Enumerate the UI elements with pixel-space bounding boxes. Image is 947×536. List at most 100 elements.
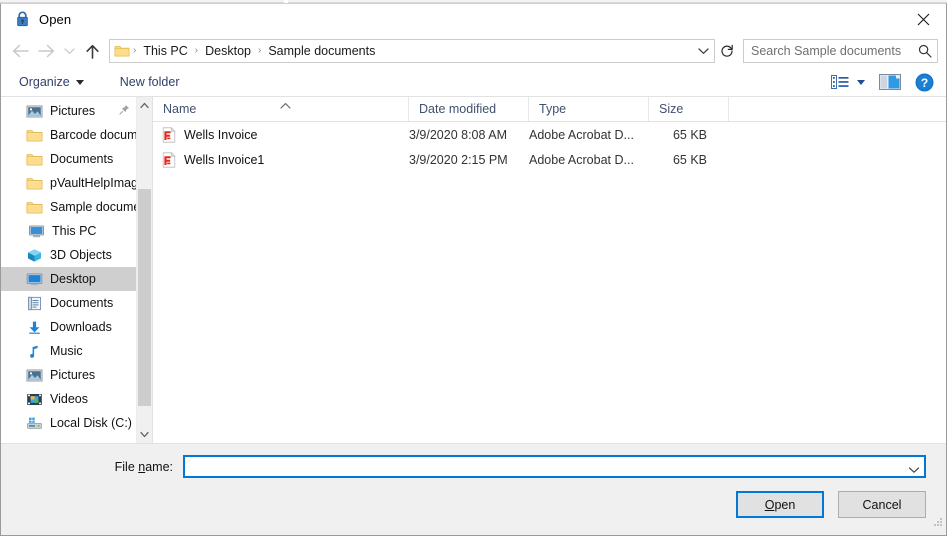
column-header-label: Date modified [419,102,497,116]
resize-grip[interactable] [932,514,943,532]
column-header-label: Name [163,102,197,116]
new-folder-button[interactable]: New folder [116,73,184,91]
column-header-label: Size [659,102,684,116]
column-header-label: Type [539,102,567,116]
navigation-bar: › This PC › Desktop › Sample documents [1,34,946,68]
sidebar-item-label: This PC [52,224,97,238]
file-name-input[interactable] [185,457,924,476]
arrow-right-icon [37,44,54,58]
file-date-cell: 3/9/2020 8:08 AM [409,128,529,142]
breadcrumb-this-pc[interactable]: This PC [137,40,193,62]
file-size-cell-text: 65 KB [672,152,707,167]
navigation-pane-scrollbar[interactable] [136,97,152,443]
forward-button[interactable] [33,38,59,64]
column-header-name[interactable]: Name [153,97,409,121]
command-bar-right-group: ? [831,71,938,93]
sidebar-item-label: Music [50,344,83,358]
chevron-down-icon [857,79,865,85]
open-button[interactable]: Open [736,491,824,518]
file-list-pane: Name Date modified Type Size Wells Invoice 3… [153,97,946,443]
column-header-size[interactable]: Size [649,97,729,121]
navigation-tree: Pictures Barcode documents Documents pVa… [1,97,152,435]
sidebar-item-pictures[interactable]: Pictures [1,99,152,123]
column-header-type[interactable]: Type [529,97,649,121]
videos-icon [25,391,43,407]
desktop-icon [25,271,43,287]
scroll-up-button[interactable] [137,97,152,114]
table-row[interactable]: Wells Invoice1 3/9/2020 2:15 PM Adobe Acro… [153,147,946,172]
window-title: Open [39,11,72,27]
column-header-row: Name Date modified Type Size [153,97,946,122]
organize-label: Organize [19,75,70,89]
chevron-down-icon [63,48,75,54]
address-bar[interactable]: › This PC › Desktop › Sample documents [109,39,715,63]
documents-icon [25,295,43,311]
file-date-cell: 3/9/2020 2:15 PM [409,153,529,167]
column-header-date-modified[interactable]: Date modified [409,97,529,121]
recent-locations-button[interactable] [59,38,79,64]
title-bar: Open [1,4,946,34]
sidebar-item-this-pc[interactable]: This PC [1,219,152,243]
file-name-label-part-b: ame: [145,459,173,474]
refresh-icon [721,44,733,57]
file-name-combobox[interactable] [183,455,926,478]
pin-icon[interactable] [119,104,130,118]
sidebar-item-3d-objects[interactable]: 3D Objects [1,243,152,267]
back-button[interactable] [7,38,33,64]
table-row[interactable]: Wells Invoice 3/9/2020 8:08 AM Adobe Acrob… [153,122,946,147]
list-view-icon [831,75,849,89]
sidebar-item-music[interactable]: Music [1,339,152,363]
arrow-left-icon [12,44,29,58]
sidebar-item-barcode-documents[interactable]: Barcode documents [1,123,152,147]
sidebar-item-documents[interactable]: Documents [1,147,152,171]
cancel-button[interactable]: Cancel [838,491,926,518]
pdf-file-icon [161,151,177,168]
file-type-cell-text: Adobe Acrobat D... [529,127,634,142]
sidebar-item-desktop[interactable]: Desktop [1,267,152,291]
file-type-cell-text: Adobe Acrobat D... [529,152,634,167]
search-box[interactable] [743,39,938,63]
file-date-cell-text: 3/9/2020 8:08 AM [409,127,507,142]
file-name-cell[interactable]: Wells Invoice [153,126,409,143]
refresh-button[interactable] [715,39,739,63]
sidebar-item-documents[interactable]: Documents [1,291,152,315]
3d-objects-icon [25,247,43,263]
search-input[interactable] [744,40,937,62]
close-button[interactable] [900,4,946,34]
sidebar-item-label: Local Disk (C:) [50,416,132,430]
sidebar-item-local-disk-c[interactable]: Local Disk (C:) [1,411,152,435]
sidebar-item-pvaulthelpimages[interactable]: pVaultHelpImages [1,171,152,195]
sidebar-item-pictures[interactable]: Pictures [1,363,152,387]
file-name-cell[interactable]: Wells Invoice1 [153,151,409,168]
breadcrumb-desktop[interactable]: Desktop [199,40,257,62]
chevron-down-icon [75,79,84,85]
scroll-down-button[interactable] [137,426,152,443]
preview-pane-button[interactable] [879,71,901,93]
file-list[interactable]: Wells Invoice 3/9/2020 8:08 AM Adobe Acrob… [153,122,946,443]
sidebar-item-sample-documents[interactable]: Sample documents [1,195,152,219]
music-icon [25,343,43,359]
arrow-up-icon [85,44,99,59]
address-dropdown-button[interactable] [692,40,714,62]
chevron-down-icon [140,431,149,438]
sidebar-item-downloads[interactable]: Downloads [1,315,152,339]
file-name-row: File name: [1,444,946,478]
sidebar-item-videos[interactable]: Videos [1,387,152,411]
sidebar-item-label: Desktop [50,272,96,286]
breadcrumb-sample-documents[interactable]: Sample documents [262,40,381,62]
organize-button[interactable]: Organize [15,73,88,91]
open-button-mnemonic: O [764,497,775,512]
file-type-cell: Adobe Acrobat D... [529,128,649,142]
lock-icon [13,10,31,28]
command-bar: Organize New folder ? [1,68,946,97]
help-button[interactable]: ? [915,71,934,93]
up-button[interactable] [79,38,105,64]
scrollbar-thumb[interactable] [138,189,151,406]
view-options-button[interactable] [831,71,865,93]
help-icon: ? [915,73,934,91]
close-icon [917,13,929,25]
new-folder-label: New folder [119,75,180,89]
pictures-icon [25,367,43,383]
file-date-cell-text: 3/9/2020 2:15 PM [409,152,508,167]
file-name-dropdown-button[interactable] [908,461,920,479]
